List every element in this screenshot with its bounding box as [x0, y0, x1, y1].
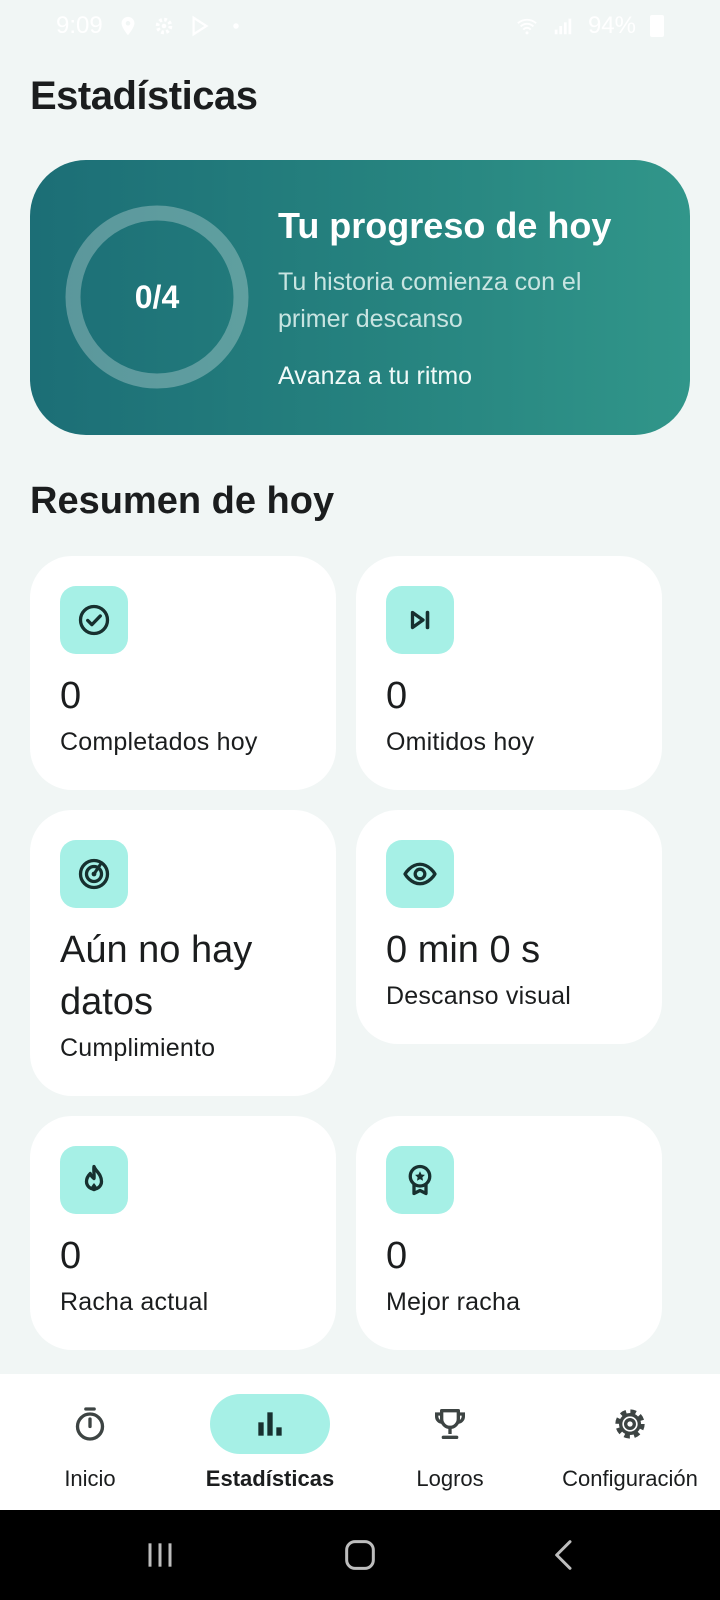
visual-rest-value: 0 min 0 s: [386, 929, 541, 971]
play-store-icon: [189, 15, 211, 37]
home-icon[interactable]: [335, 1530, 385, 1580]
recent-apps-icon[interactable]: [135, 1530, 185, 1580]
signal-icon: [552, 15, 574, 37]
skip-next-icon: [386, 586, 454, 654]
flame-icon: [60, 1146, 128, 1214]
compliance-value: Aún no hay datos: [60, 929, 253, 1023]
current-streak-card: 0 Racha actual: [30, 1116, 336, 1350]
target-icon: [60, 840, 128, 908]
nav-item-logros[interactable]: Logros: [360, 1374, 540, 1510]
location-icon: [117, 15, 139, 37]
completed-today-label: Completados hoy: [60, 728, 258, 756]
nav-label-configuracion: Configuración: [562, 1466, 698, 1491]
status-bar: 9:09 94%: [0, 0, 720, 52]
nav-item-configuracion[interactable]: Configuración: [540, 1374, 720, 1510]
status-left: 9:09: [56, 12, 247, 40]
skipped-today-label: Omitidos hoy: [386, 728, 535, 756]
bottom-nav: Inicio Estadísticas Logros Configuración: [0, 1374, 720, 1510]
check-circle-icon: [60, 586, 128, 654]
completed-today-card: 0 Completados hoy: [30, 556, 336, 790]
compliance-card: Aún no hay datos Cumplimiento: [30, 810, 336, 1096]
eye-icon: [386, 840, 454, 908]
nav-item-estadisticas[interactable]: Estadísticas: [180, 1374, 360, 1510]
status-time: 9:09: [56, 12, 103, 39]
progress-pace: Avanza a tu ritmo: [278, 362, 473, 390]
trophy-icon: [390, 1394, 510, 1454]
summary-title: Resumen de hoy: [30, 480, 335, 522]
progress-title: Tu progreso de hoy: [278, 205, 612, 246]
visual-rest-card: 0 min 0 s Descanso visual: [356, 810, 662, 1044]
best-streak-card: 0 Mejor racha: [356, 1116, 662, 1350]
timer-icon: [30, 1394, 150, 1454]
current-streak-value: 0: [60, 1235, 82, 1277]
visual-rest-label: Descanso visual: [386, 982, 572, 1010]
progress-ring: 0/4: [62, 202, 252, 392]
skipped-today-card: 0 Omitidos hoy: [356, 556, 662, 790]
system-nav-bar: [0, 1510, 720, 1600]
progress-card: 0/4 Tu progreso de hoy Tu historia comie…: [30, 160, 690, 435]
best-streak-value: 0: [386, 1235, 408, 1277]
best-streak-label: Mejor racha: [386, 1288, 521, 1316]
settings-icon: [153, 15, 175, 37]
gear-icon: [570, 1394, 690, 1454]
completed-today-value: 0: [60, 675, 82, 717]
page-title: Estadísticas: [30, 74, 258, 118]
battery-icon: [650, 15, 664, 37]
nav-item-inicio[interactable]: Inicio: [0, 1374, 180, 1510]
dot-icon: [225, 15, 247, 37]
battery-level: 94%: [587, 12, 636, 39]
award-icon: [386, 1146, 454, 1214]
current-streak-label: Racha actual: [60, 1288, 209, 1316]
skipped-today-value: 0: [386, 675, 408, 717]
nav-label-inicio: Inicio: [64, 1466, 116, 1491]
compliance-label: Cumplimiento: [60, 1034, 216, 1062]
nav-label-estadisticas: Estadísticas: [205, 1466, 335, 1491]
back-icon[interactable]: [540, 1530, 590, 1580]
nav-label-logros: Logros: [416, 1466, 484, 1491]
status-right: 94%: [516, 12, 664, 40]
progress-subtitle: Tu historia comienza con el primer desca…: [278, 268, 582, 333]
progress-ring-label: 0/4: [134, 278, 180, 315]
wifi-icon: [516, 15, 538, 37]
bar-chart-icon: [210, 1394, 330, 1454]
